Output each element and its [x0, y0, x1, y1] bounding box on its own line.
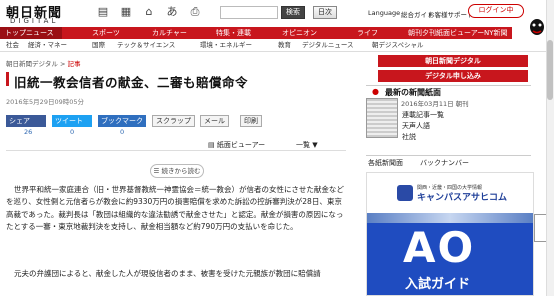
- text-size-icon[interactable]: あ: [165, 5, 179, 19]
- language-link[interactable]: Language: [368, 9, 400, 17]
- nav-item-top-news[interactable]: トップニュース: [0, 27, 62, 39]
- latest-paper-date: 2016年03月11日 朝刊: [401, 100, 469, 108]
- main-nav: トップニュース スポーツ カルチャー 特集・連載 オピニオン ライフ 朝刊夕刊紙…: [0, 27, 512, 39]
- header-divider: [0, 51, 554, 52]
- digital-apply-button[interactable]: デジタル申し込み: [378, 70, 528, 82]
- scrap-button[interactable]: スクラップ: [152, 115, 195, 127]
- print-icon[interactable]: ⎙: [188, 5, 202, 19]
- newspaper-icon: ▤: [208, 141, 217, 149]
- article-date: 2016年5月29日09時05分: [6, 98, 84, 106]
- home-icon[interactable]: ⌂: [142, 5, 156, 19]
- facebook-share-button[interactable]: シェア: [6, 115, 46, 127]
- bookmark-count: 0: [120, 128, 125, 136]
- sidebar-link-editorial[interactable]: 社説: [402, 132, 416, 142]
- sidebar-link-tensei[interactable]: 天声人語: [402, 121, 430, 131]
- ad-big-text: AO: [403, 223, 476, 272]
- sub-nav: 社会 経済・マネー 国際 テック＆サイエンス 環境・エネルギー 教育 デジタルニ…: [0, 40, 554, 50]
- article-paragraph-2: 元夫の弁護団によると、献金した人が現役信者のまま、被害を受けた元親族が教団に賠償…: [14, 269, 321, 278]
- paper-viewer-label: 紙面ビューアー: [216, 141, 266, 149]
- nav-item-sports[interactable]: スポーツ: [92, 27, 120, 39]
- twitter-share-button[interactable]: ツイート: [52, 115, 92, 127]
- campus-logo-icon: [397, 185, 413, 201]
- nav-item-ny[interactable]: NY新聞: [484, 27, 508, 39]
- newspaper-thumbnail[interactable]: [366, 98, 398, 138]
- tab-back-numbers[interactable]: バックナンバー: [420, 158, 469, 168]
- subnav-item-tech[interactable]: テック＆サイエンス: [117, 40, 175, 50]
- latest-paper-heading[interactable]: 最新の新聞紙面: [385, 87, 441, 98]
- nav-item-life[interactable]: ライフ: [357, 27, 378, 39]
- subnav-item-digital[interactable]: デジタルニュース: [302, 40, 354, 50]
- title-accent-bar: [6, 72, 9, 86]
- subnav-item-society[interactable]: 社会: [6, 40, 19, 50]
- mascot-icon: [530, 19, 544, 35]
- breadcrumb-current[interactable]: 記事: [67, 60, 80, 68]
- subnav-item-special[interactable]: 朝デジスペシャル: [372, 40, 424, 50]
- nav-item-opinion[interactable]: オピニオン: [282, 27, 317, 39]
- scrollbar-thumb[interactable]: [547, 40, 553, 100]
- search-input[interactable]: [220, 6, 278, 19]
- newspaper-bullet-icon: ●: [372, 87, 379, 96]
- digital-signup-button[interactable]: 朝日新聞デジタル: [378, 55, 528, 67]
- nav-item-features[interactable]: 特集・連載: [216, 27, 251, 39]
- header-icon-bar: ▤ ▦ ⌂ あ ⎙: [96, 5, 202, 19]
- nav-item-viewer[interactable]: 朝刊夕刊紙面ビューアー: [408, 27, 484, 39]
- login-button[interactable]: ログイン中: [468, 4, 524, 18]
- list-dropdown[interactable]: 一覧 ▼: [296, 140, 318, 150]
- article-title: 旧統一教会信者の献金、二審も賠償命令: [14, 75, 249, 90]
- article-divider: [6, 150, 346, 151]
- twitter-count: 0: [70, 128, 75, 136]
- sidebar-link-series[interactable]: 連載記事一覧: [402, 110, 444, 120]
- ad-guide-text: 入試ガイド: [405, 277, 471, 292]
- mail-button[interactable]: メール: [200, 115, 229, 127]
- paper-viewer-link[interactable]: ▤ 紙面ビューアー: [208, 140, 265, 150]
- bookmark-icon[interactable]: ▤: [96, 5, 110, 19]
- subnav-item-energy[interactable]: 環境・エネルギー: [200, 40, 252, 50]
- tab-newspapers[interactable]: 各紙新聞面: [368, 158, 403, 168]
- subnav-item-international[interactable]: 国際: [92, 40, 105, 50]
- campus-ad-banner[interactable]: 関西・近畿・四国の大学情報 キャンパスアサヒコム AO 入試ガイド: [366, 172, 534, 296]
- grid-icon[interactable]: ▦: [119, 5, 133, 19]
- logo-sub-text: DIGITAL: [10, 17, 59, 25]
- subnav-item-education[interactable]: 教育: [278, 40, 291, 50]
- breadcrumb: 朝日新聞デジタル > 記事: [6, 58, 80, 68]
- continue-reading-button[interactable]: ☰ 続きから読む: [150, 164, 204, 178]
- breadcrumb-root[interactable]: 朝日新聞デジタル: [6, 60, 58, 68]
- subnav-item-economy[interactable]: 経済・マネー: [28, 40, 67, 50]
- article-paragraph-1: 世界平和統一家庭連合（旧・世界基督教統一神霊協会＝統一教会）が信者の女性にさせた…: [6, 185, 344, 232]
- nav-item-culture[interactable]: カルチャー: [152, 27, 187, 39]
- ad-logo-text: キャンパスアサヒコム: [417, 193, 508, 203]
- sidebar-divider: [366, 85, 531, 86]
- sidebar-divider-2: [366, 155, 531, 156]
- bookmark-share-button[interactable]: ブックマーク: [98, 115, 146, 127]
- search-button[interactable]: 検索: [281, 6, 305, 19]
- support-link[interactable]: お客様サポート: [428, 9, 474, 19]
- daily-button[interactable]: 日次: [313, 6, 337, 19]
- facebook-count: 26: [24, 128, 33, 136]
- asahi-logo[interactable]: 朝日新聞 DIGITAL: [6, 2, 68, 26]
- print-share-button[interactable]: 印刷: [240, 115, 262, 127]
- continue-reading-label: 続きから読む: [161, 167, 201, 175]
